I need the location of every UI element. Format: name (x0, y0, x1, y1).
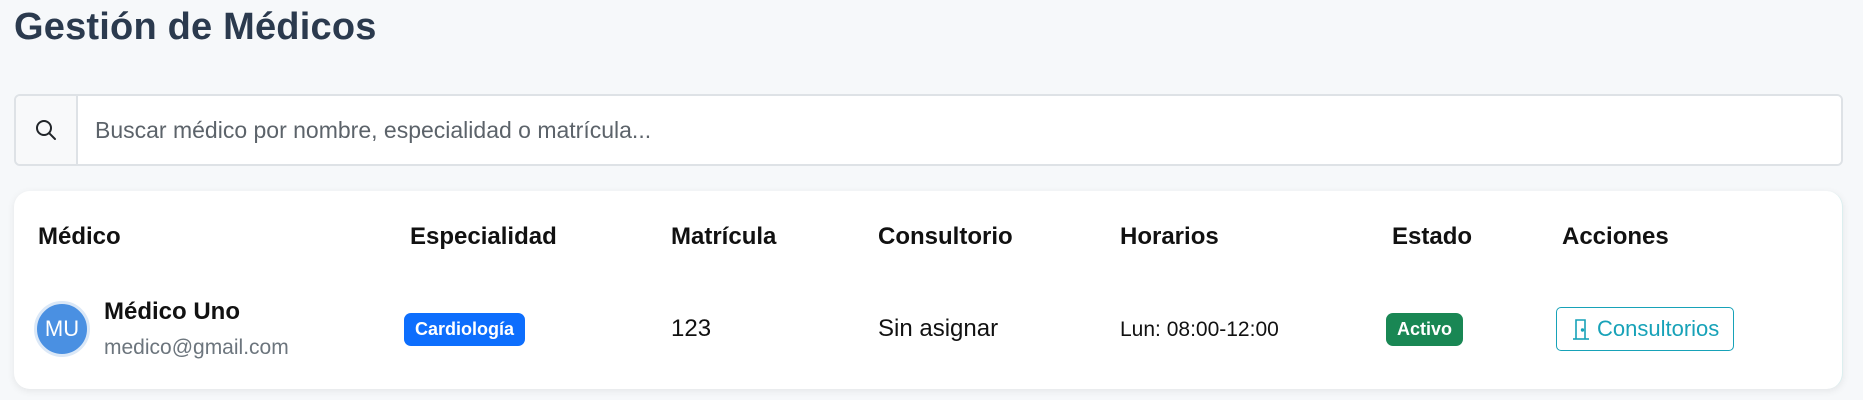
column-header-acciones: Acciones (1562, 223, 1669, 250)
cell-estado: Activo (1386, 277, 1562, 381)
cell-acciones: Consultorios (1556, 277, 1843, 381)
page: Gestión de Médicos Médico (0, 0, 1863, 400)
horarios-text: Lun: 08:00-12:00 (1120, 318, 1279, 341)
search-addon (16, 96, 78, 164)
column-header-consultorio: Consultorio (878, 223, 1013, 250)
door-icon (1573, 319, 1589, 340)
cell-especialidad: Cardiología (404, 277, 671, 381)
cell-matricula: 123 (671, 315, 712, 342)
search-icon (36, 120, 56, 140)
doctor-name: Médico Uno (104, 298, 240, 325)
column-header-estado: Estado (1392, 223, 1473, 250)
column-header-horarios: Horarios (1120, 223, 1219, 250)
especialidad-badge: Cardiología (404, 312, 526, 346)
cell-consultorio: Sin asignar (878, 315, 999, 342)
consultorios-button-label: Consultorios (1597, 316, 1720, 341)
column-header-medico: Médico (38, 223, 121, 250)
doctor-email: medico@gmail.com (104, 336, 289, 359)
page-title: Gestión de Médicos (14, 6, 377, 48)
table-header-row: Médico Especialidad Matrícula Consultori… (14, 191, 1843, 277)
search-input[interactable] (78, 96, 1841, 164)
cell-horarios: Lun: 08:00-12:00 (1120, 277, 1392, 381)
doctors-table-card: Médico Especialidad Matrícula Consultori… (14, 191, 1843, 389)
column-header-especialidad: Especialidad (410, 223, 557, 250)
table-row: MU Médico Uno medico@gmail.com Cardiolog… (14, 277, 1843, 381)
search-group (14, 94, 1843, 166)
consultorios-button[interactable]: Consultorios (1556, 307, 1735, 351)
status-badge: Activo (1386, 312, 1464, 346)
doctor-text: Médico Uno medico@gmail.com (104, 298, 289, 360)
avatar: MU (34, 301, 90, 357)
doctors-table: Médico Especialidad Matrícula Consultori… (14, 191, 1843, 381)
doctor-info: MU Médico Uno medico@gmail.com (34, 298, 410, 360)
cell-medico: MU Médico Uno medico@gmail.com (14, 277, 410, 381)
column-header-matricula: Matrícula (671, 223, 777, 250)
